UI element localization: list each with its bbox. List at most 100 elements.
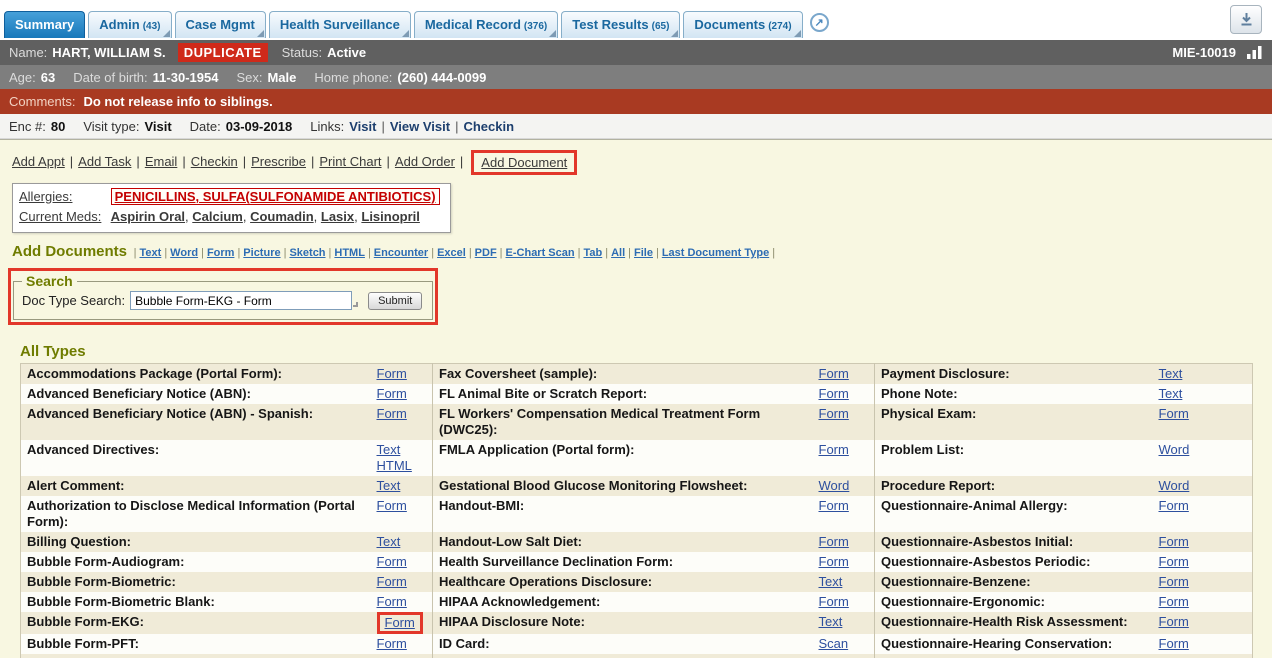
doc-type-link-html[interactable]: HTML: [334, 247, 365, 259]
current-meds-link[interactable]: Current Meds:: [19, 207, 107, 227]
doc-link-html[interactable]: HTML: [377, 458, 412, 473]
med-link-aspirin-oral[interactable]: Aspirin Oral: [111, 209, 185, 224]
doc-type-label: FL Animal Bite or Scratch Report:: [433, 384, 813, 404]
doc-type-label: Accommodations Package (Portal Form):: [21, 364, 371, 385]
tab-health-surveillance[interactable]: Health Surveillance: [269, 11, 411, 38]
submit-button[interactable]: Submit: [368, 292, 422, 310]
doc-type-label: Bubble Form-PFT:: [21, 634, 371, 654]
tab-medical-record[interactable]: Medical Record(376): [414, 11, 558, 38]
action-email[interactable]: Email: [145, 154, 178, 169]
doc-link-form[interactable]: Form: [819, 442, 849, 457]
tab-dropdown-caret-icon[interactable]: [163, 30, 170, 37]
doc-link-form[interactable]: Form: [1159, 498, 1189, 513]
action-add-appt[interactable]: Add Appt: [12, 154, 65, 169]
tab-dropdown-caret-icon[interactable]: [794, 30, 801, 37]
doc-type-label: Authorization to Disclose Medical Inform…: [21, 496, 371, 532]
doc-link-text[interactable]: Text: [819, 574, 843, 589]
doc-type-label: Advanced Beneficiary Notice (ABN):: [21, 384, 371, 404]
doc-link-text[interactable]: Text: [1159, 386, 1183, 401]
doc-link-form[interactable]: Form: [819, 498, 849, 513]
doc-link-form[interactable]: Form: [819, 386, 849, 401]
doc-type-link-last-document-type[interactable]: Last Document Type: [662, 247, 769, 259]
doc-link-form[interactable]: Form: [377, 386, 407, 401]
doc-type-search-input[interactable]: [130, 291, 352, 310]
doc-link-form[interactable]: Form: [819, 366, 849, 381]
tab-dropdown-caret-icon[interactable]: [402, 30, 409, 37]
doc-type-label: Questionnaire-Ergonomic:: [875, 592, 1153, 612]
doc-type-label: Bubble Form-Biometric:: [21, 572, 371, 592]
doc-type-link-excel[interactable]: Excel: [437, 247, 466, 259]
doc-link-form[interactable]: Form: [1159, 574, 1189, 589]
doc-link-form[interactable]: Form: [377, 554, 407, 569]
doc-type-link-pdf[interactable]: PDF: [475, 247, 497, 259]
med-link-lisinopril[interactable]: Lisinopril: [361, 209, 420, 224]
doc-type-link-text[interactable]: Text: [140, 247, 162, 259]
tab-case-mgmt[interactable]: Case Mgmt: [175, 11, 266, 38]
tab-test-results[interactable]: Test Results(65): [561, 11, 680, 38]
download-button[interactable]: [1230, 5, 1262, 34]
doc-link-form[interactable]: Form: [819, 406, 849, 421]
links-label: Links:: [310, 119, 344, 134]
action-add-document[interactable]: Add Document: [481, 155, 567, 170]
tab-documents[interactable]: Documents(274): [683, 11, 802, 38]
doc-link-form[interactable]: Form: [1159, 534, 1189, 549]
doc-link-form[interactable]: Form: [819, 594, 849, 609]
doc-type-link-encounter[interactable]: Encounter: [374, 247, 428, 259]
encounter-link-visit[interactable]: Visit: [349, 119, 376, 134]
doc-type-link-word[interactable]: Word: [170, 247, 198, 259]
popout-icon[interactable]: ↗: [810, 13, 829, 32]
allergy-value-link[interactable]: PENICILLINS, SULFA(SULFONAMIDE ANTIBIOTI…: [111, 188, 440, 205]
action-print-chart[interactable]: Print Chart: [319, 154, 381, 169]
doc-link-form[interactable]: Form: [377, 366, 407, 381]
allergies-link[interactable]: Allergies:: [19, 187, 107, 207]
tab-dropdown-caret-icon[interactable]: [549, 30, 556, 37]
doc-link-word[interactable]: Word: [1159, 478, 1190, 493]
doc-link-form[interactable]: Form: [819, 554, 849, 569]
doc-link-text[interactable]: Text: [1159, 366, 1183, 381]
tab-dropdown-caret-icon[interactable]: [257, 30, 264, 37]
action-prescribe[interactable]: Prescribe: [251, 154, 306, 169]
doc-link-form[interactable]: Form: [819, 534, 849, 549]
doc-link-word[interactable]: Word: [1159, 442, 1190, 457]
action-add-task[interactable]: Add Task: [78, 154, 131, 169]
doc-link-form[interactable]: Form: [1159, 636, 1189, 651]
action-add-order[interactable]: Add Order: [395, 154, 455, 169]
doc-type-link-tab[interactable]: Tab: [583, 247, 602, 259]
chart-icon[interactable]: [1246, 45, 1263, 60]
encounter-link-checkin[interactable]: Checkin: [463, 119, 514, 134]
med-link-calcium[interactable]: Calcium: [192, 209, 243, 224]
separator: |: [387, 154, 390, 169]
med-link-coumadin[interactable]: Coumadin: [250, 209, 314, 224]
doc-link-text[interactable]: Text: [377, 534, 401, 549]
duplicate-badge: DUPLICATE: [178, 43, 268, 62]
doc-link-form[interactable]: Form: [1159, 594, 1189, 609]
doc-link-scan[interactable]: Scan: [819, 636, 849, 651]
doc-type-link-file[interactable]: File: [634, 247, 653, 259]
doc-link-form[interactable]: Form: [1159, 406, 1189, 421]
doc-type-link-e-chart-scan[interactable]: E-Chart Scan: [506, 247, 575, 259]
doc-link-form[interactable]: Form: [377, 406, 407, 421]
date-label: Date:: [190, 119, 221, 134]
doc-link-form[interactable]: Form: [385, 615, 415, 630]
doc-link-form[interactable]: Form: [377, 594, 407, 609]
tab-summary[interactable]: Summary: [4, 11, 85, 38]
encounter-link-view-visit[interactable]: View Visit: [390, 119, 450, 134]
doc-type-link-sketch[interactable]: Sketch: [289, 247, 325, 259]
tab-dropdown-caret-icon[interactable]: [671, 30, 678, 37]
doc-link-text[interactable]: Text: [819, 614, 843, 629]
doc-link-form[interactable]: Form: [377, 636, 407, 651]
doc-type-link-picture[interactable]: Picture: [243, 247, 280, 259]
doc-type-link-all[interactable]: All: [611, 247, 625, 259]
doc-link-text[interactable]: Text: [377, 442, 401, 457]
doc-link-text[interactable]: Text: [377, 478, 401, 493]
doc-link-word[interactable]: Word: [819, 478, 850, 493]
tab-admin[interactable]: Admin(43): [88, 11, 171, 38]
doc-type-link-form[interactable]: Form: [207, 247, 235, 259]
doc-link-form[interactable]: Form: [377, 498, 407, 513]
doc-link-form[interactable]: Form: [377, 574, 407, 589]
doc-link-form[interactable]: Form: [1159, 554, 1189, 569]
doc-link-cell: Text: [371, 532, 433, 552]
med-link-lasix[interactable]: Lasix: [321, 209, 354, 224]
doc-link-form[interactable]: Form: [1159, 614, 1189, 629]
action-checkin[interactable]: Checkin: [191, 154, 238, 169]
